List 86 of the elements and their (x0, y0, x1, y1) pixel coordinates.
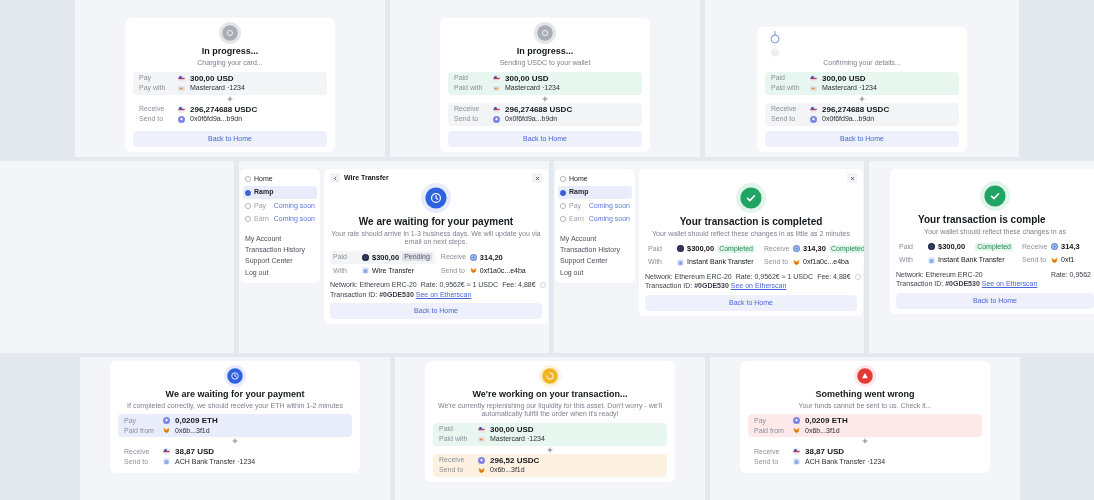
dot-icon (245, 216, 251, 223)
fox-icon (478, 466, 485, 474)
plus-icon (232, 438, 238, 445)
amount-text: 300,00 USD (822, 73, 866, 84)
clock-icon (421, 183, 451, 213)
plus-icon (859, 95, 865, 102)
plus-icon (547, 446, 553, 453)
dot-icon (245, 176, 251, 183)
flag-icon (493, 105, 500, 113)
status-title: Something went wrong (815, 389, 915, 400)
flag-icon (178, 105, 185, 113)
coin-icon (793, 417, 800, 425)
card-icon (493, 84, 500, 92)
flag-icon (793, 448, 800, 456)
card-icon (810, 84, 817, 92)
status-title: Your transaction is comple (918, 214, 1046, 226)
spinner-icon (534, 22, 556, 45)
amount-text: 296,52 USDC (490, 455, 540, 466)
status-title: In progress... (201, 46, 259, 58)
coin-icon (478, 456, 485, 464)
bank-icon (928, 257, 935, 265)
clock-icon (224, 365, 246, 387)
flag-icon (163, 448, 170, 456)
flag-icon (178, 74, 185, 82)
coin-icon (178, 115, 185, 123)
close-icon (849, 175, 855, 181)
amount-text: 38,87 USD (175, 447, 215, 457)
coin-icon (928, 243, 935, 251)
bank-icon (677, 259, 684, 267)
flag-icon (810, 74, 817, 82)
bank-icon (362, 267, 369, 275)
dot-icon (245, 189, 251, 196)
bank-icon (163, 458, 170, 466)
spinner-icon (539, 365, 561, 387)
amount-text: 0,0209 ETH (805, 416, 848, 426)
fox-icon (1051, 257, 1058, 265)
plus-icon (227, 95, 233, 102)
status-title: In progress... (516, 46, 574, 58)
plus-icon (542, 95, 548, 102)
fox-icon (469, 267, 477, 275)
amount-text: 296,274688 USDC (505, 104, 573, 115)
fox-icon (793, 259, 800, 267)
fox-icon (793, 427, 800, 435)
amount-text: 0,0209 ETH (175, 416, 218, 426)
dot-icon (560, 176, 566, 183)
close-button[interactable] (532, 173, 542, 183)
amount-text: 296,274688 USDC (822, 104, 890, 115)
check-icon (980, 181, 1010, 211)
close-icon (534, 175, 540, 181)
amount-text: 300,00 USD (490, 424, 534, 435)
warning-icon (854, 365, 876, 387)
flag-icon (810, 105, 817, 113)
amount-text: 300,00 USD (190, 73, 234, 84)
status-title: Your transaction is completed (679, 216, 823, 228)
dot-icon (560, 189, 566, 196)
amount-text: 296,274688 USDC (190, 104, 258, 115)
dot-icon (560, 202, 566, 209)
coin-icon (677, 245, 684, 253)
card-icon (478, 435, 485, 443)
status-title: We are waiting for your payment (165, 389, 305, 400)
close-button[interactable] (847, 173, 857, 183)
status-title: We're working on your transaction... (472, 389, 628, 400)
check-icon (736, 183, 766, 213)
amount-text: 38,87 USD (805, 447, 845, 457)
dot-icon (245, 202, 251, 209)
coin-icon (1051, 243, 1058, 251)
plus-icon (862, 438, 868, 445)
coin-icon (163, 417, 170, 425)
spinner-icon (219, 22, 241, 45)
info-icon (539, 282, 546, 289)
coin-icon (469, 253, 477, 261)
fox-icon (163, 427, 170, 435)
bank-icon (793, 458, 800, 466)
flag-icon (478, 425, 485, 433)
card-icon (178, 84, 185, 92)
amount-text: 300,00 USD (505, 73, 549, 84)
coin-icon (810, 115, 817, 123)
stepper-drawing (769, 31, 781, 58)
coin-icon (793, 245, 800, 253)
coin-icon (493, 115, 500, 123)
coin-icon (362, 253, 369, 261)
status-title: We are waiting for your payment (358, 216, 514, 228)
flag-icon (493, 74, 500, 82)
dot-icon (560, 216, 566, 223)
info-icon (854, 273, 861, 280)
back-button[interactable] (330, 173, 340, 183)
